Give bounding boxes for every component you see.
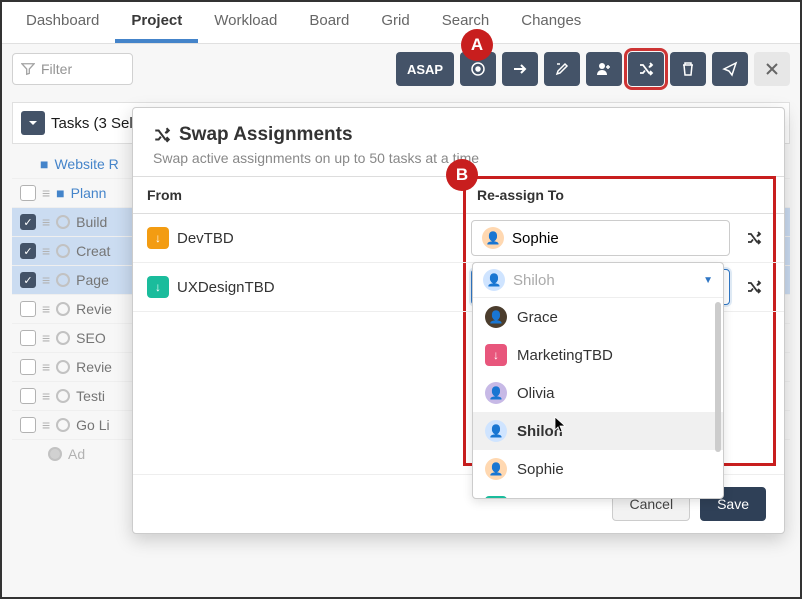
- col-to-header: Re-assign To: [463, 177, 784, 213]
- shuffle-icon: [153, 126, 171, 144]
- dropdown-option[interactable]: ↓UXDesignTBD: [473, 488, 723, 498]
- avatar-icon: 👤: [482, 227, 504, 249]
- from-label: DevTBD: [177, 230, 234, 247]
- annotation-marker-b: B: [446, 159, 478, 191]
- option-label: Sophie: [517, 461, 564, 478]
- from-cell: ↓ UXDesignTBD: [133, 268, 463, 306]
- avatar-icon: 👤: [483, 269, 505, 291]
- role-badge-icon: ↓: [485, 344, 507, 366]
- dropdown-option[interactable]: 👤 Olivia: [473, 374, 723, 412]
- role-badge-icon: ↓: [147, 227, 169, 249]
- assignee-name: Sophie: [512, 230, 559, 247]
- swap-row: ↓ DevTBD 👤 Sophie: [133, 214, 784, 263]
- avatar-icon: 👤: [485, 306, 507, 328]
- role-badge-icon: ↓: [485, 496, 507, 498]
- avatar-icon: 👤: [485, 420, 507, 442]
- from-label: UXDesignTBD: [177, 279, 275, 296]
- option-label: Grace: [517, 309, 558, 326]
- shuffle-icon[interactable]: [738, 271, 770, 303]
- modal-title: Swap Assignments: [153, 124, 764, 146]
- annotation-marker-a: A: [461, 29, 493, 61]
- assignee-dropdown: 👤 Shiloh ▼ 👤 Grace ↓ MarketingTBD 👤 Olivia 👤 Sh…: [472, 262, 724, 499]
- from-cell: ↓ DevTBD: [133, 219, 463, 257]
- assignee-select[interactable]: 👤 Sophie: [471, 220, 730, 256]
- dropdown-search[interactable]: 👤 Shiloh ▼: [473, 263, 723, 298]
- dropdown-option[interactable]: ↓ MarketingTBD: [473, 336, 723, 374]
- avatar-icon: 👤: [485, 458, 507, 480]
- scrollbar[interactable]: [715, 302, 721, 452]
- option-label: Olivia: [517, 385, 555, 402]
- shuffle-icon[interactable]: [738, 222, 770, 254]
- role-badge-icon: ↓: [147, 276, 169, 298]
- dropdown-option[interactable]: 👤 Sophie: [473, 450, 723, 488]
- swap-assignments-modal: Swap Assignments Swap active assignments…: [132, 107, 785, 534]
- dropdown-option[interactable]: 👤 Shiloh: [473, 412, 723, 450]
- caret-down-icon: ▼: [703, 275, 713, 286]
- dropdown-option[interactable]: 👤 Grace: [473, 298, 723, 336]
- col-from-header: From: [133, 177, 463, 213]
- to-cell: 👤 Sophie: [463, 214, 784, 262]
- avatar-icon: 👤: [485, 382, 507, 404]
- option-label: MarketingTBD: [517, 347, 613, 364]
- option-label: Shiloh: [517, 423, 563, 440]
